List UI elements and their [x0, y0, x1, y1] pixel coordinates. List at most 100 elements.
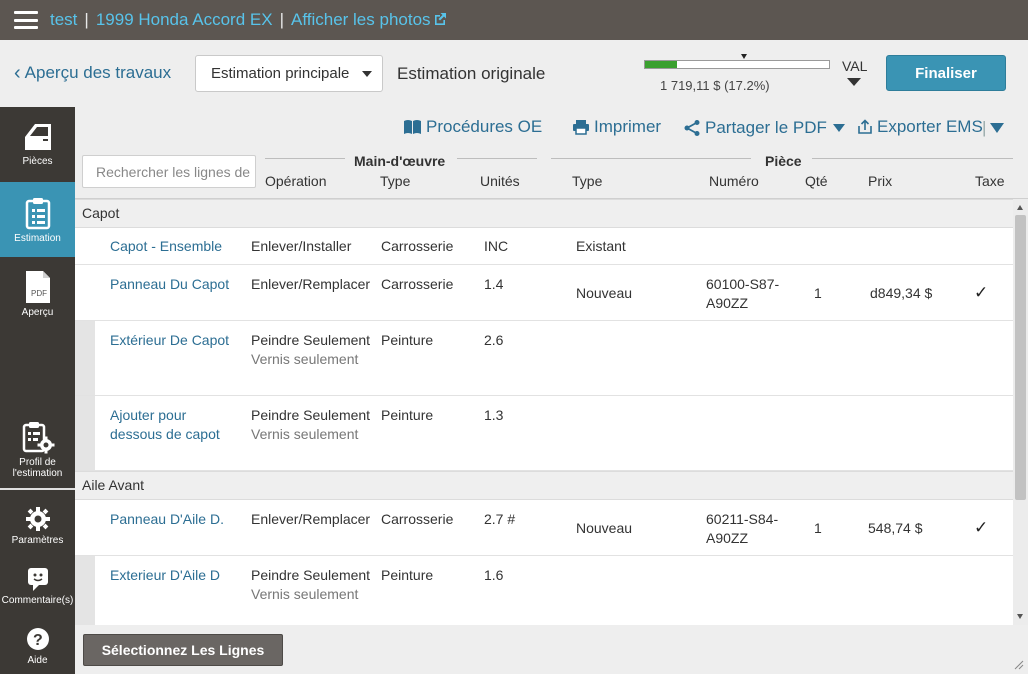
sidebar-item-label: Commentaire(s) [1, 595, 74, 606]
clipboard-gear-icon [22, 422, 54, 454]
col-units[interactable]: Unités [480, 173, 520, 189]
scroll-up-icon[interactable] [1017, 205, 1023, 210]
part-group-line [551, 158, 751, 159]
col-qty[interactable]: Qté [805, 173, 828, 189]
estimate-select[interactable]: Estimation principale [195, 55, 383, 92]
labor-group-line [457, 158, 537, 159]
line-name[interactable]: Panneau D'Aile D. [110, 510, 224, 529]
sidebar-item-estimate-profile[interactable]: Profil de l'estimation [0, 420, 75, 479]
select-lines-button[interactable]: Sélectionnez Les Lignes [83, 634, 283, 666]
tax-check-icon: ✓ [974, 283, 989, 302]
print-button[interactable]: Imprimer [572, 117, 661, 137]
chevron-left-icon: ‹ [14, 62, 21, 84]
line-price: 548,74 $ [868, 520, 923, 536]
share-pdf-label: Partager le PDF [705, 118, 827, 137]
col-labor-type[interactable]: Type [380, 173, 410, 189]
table-row[interactable]: Ajouter pour dessous de capot Peindre Se… [75, 396, 1013, 471]
col-tax[interactable]: Taxe [975, 173, 1005, 189]
share-pdf-button[interactable]: Partager le PDF [683, 118, 845, 138]
line-part-type: Nouveau [576, 285, 633, 301]
line-name[interactable]: Panneau Du Capot [110, 275, 229, 294]
gear-icon [25, 507, 50, 531]
line-operation: Peindre Seulement Vernis seulement [251, 566, 371, 604]
share-icon [684, 120, 700, 136]
line-operation: Peindre Seulement Vernis seulement [251, 331, 371, 369]
line-units: 1.3 [484, 407, 504, 423]
labor-group-line [265, 158, 345, 159]
sidebar-item-label: Estimation [14, 232, 61, 244]
hamburger-menu-icon[interactable] [14, 11, 38, 29]
scroll-thumb[interactable] [1015, 215, 1026, 500]
line-labor-type: Carrosserie [381, 238, 454, 254]
sidebar-item-preview[interactable]: PDF Aperçu [0, 270, 75, 318]
progress-text: 1 719,11 $ (17.2%) [660, 78, 770, 93]
progress-marker-icon [741, 54, 747, 59]
action-bar: Procédures OE Imprimer Partager le PDF E… [75, 117, 1028, 139]
line-name[interactable]: Ajouter pour dessous de capot [110, 406, 240, 444]
col-number[interactable]: Numéro [709, 173, 759, 189]
scroll-down-icon[interactable] [1017, 614, 1023, 619]
line-operation-text: Peindre Seulement [251, 407, 371, 423]
estimate-lines-table: Capot Capot - Ensemble Enlever/Installer… [75, 199, 1013, 625]
line-operation: Enlever/Installer [251, 238, 352, 254]
table-scrollbar[interactable] [1013, 199, 1028, 625]
export-icon [858, 119, 872, 134]
search-lines-input[interactable] [82, 155, 256, 188]
export-ems-button[interactable]: Exporter EMS [857, 117, 983, 137]
col-operation[interactable]: Opération [265, 173, 326, 189]
chevron-down-icon [832, 124, 845, 132]
clipboard-list-icon [25, 197, 50, 229]
section-header[interactable]: Aile Avant [75, 471, 1013, 500]
back-label: Aperçu des travaux [24, 63, 172, 82]
line-name[interactable]: Capot - Ensemble [110, 237, 222, 256]
printer-icon [573, 120, 589, 135]
sidebar-item-settings[interactable]: Paramètres [0, 506, 75, 546]
line-operation-text: Peindre Seulement [251, 567, 371, 583]
chevron-down-icon [362, 71, 372, 77]
print-label: Imprimer [594, 117, 662, 136]
action-separator: | [982, 118, 987, 137]
sidebar-item-parts[interactable]: Pièces [0, 121, 75, 167]
sidebar-item-estimate[interactable]: Estimation [0, 182, 75, 257]
line-name[interactable]: Extérieur De Capot [110, 331, 229, 350]
table-row[interactable]: Panneau D'Aile D. Enlever/Remplacer Carr… [75, 500, 1013, 556]
line-units: 1.4 [484, 276, 504, 292]
line-labor-type: Carrosserie [381, 511, 454, 527]
table-row[interactable]: Panneau Du Capot Enlever/Remplacer Carro… [75, 265, 1013, 321]
show-photos-label: Afficher les photos [290, 10, 431, 29]
sidebar-divider [0, 488, 75, 490]
val-dropdown-icon[interactable] [847, 78, 861, 86]
tax-check-icon: ✓ [974, 518, 989, 537]
export-ems-label: Exporter EMS [877, 117, 983, 136]
topbar-vehicle[interactable]: 1999 Honda Accord EX [96, 10, 273, 30]
line-price: d849,34 $ [870, 285, 933, 301]
pdf-icon: PDF [25, 271, 50, 303]
show-photos-link[interactable]: Afficher les photos [291, 10, 447, 30]
line-qty: 1 [814, 285, 822, 301]
table-row[interactable]: Extérieur De Capot Peindre Seulement Vern… [75, 321, 1013, 396]
sidebar-item-comments[interactable]: Commentaire(s) [0, 566, 75, 606]
svg-text:?: ? [33, 632, 43, 649]
top-bar: test | 1999 Honda Accord EX | Afficher l… [0, 0, 1028, 40]
col-price[interactable]: Prix [868, 173, 892, 189]
export-dropdown-icon[interactable] [990, 123, 1004, 133]
sidebar-item-help[interactable]: ? Aide [0, 626, 75, 666]
finalize-button[interactable]: Finaliser [886, 55, 1006, 91]
line-operation: Peindre Seulement Vernis seulement [251, 406, 371, 444]
line-name[interactable]: Exterieur D'Aile D [110, 566, 220, 585]
original-estimate-label: Estimation originale [397, 64, 546, 83]
line-labor-type: Peinture [381, 567, 434, 583]
resize-grip-icon[interactable] [1014, 660, 1024, 670]
back-to-overview-link[interactable]: ‹ Aperçu des travaux [14, 63, 171, 83]
book-icon [404, 120, 421, 134]
table-row[interactable]: Exterieur D'Aile D Peindre Seulement Vern… [75, 556, 1013, 625]
table-row[interactable]: Capot - Ensemble Enlever/Installer Carro… [75, 228, 1013, 265]
sidebar-item-label: Paramètres [11, 535, 64, 546]
topbar-user[interactable]: test [50, 10, 77, 30]
line-labor-type: Carrosserie [381, 276, 454, 292]
part-group-header: Pièce [765, 153, 802, 169]
topbar-separator: | [279, 10, 284, 29]
col-part-type[interactable]: Type [572, 173, 602, 189]
oe-procedures-button[interactable]: Procédures OE [403, 117, 542, 137]
section-header[interactable]: Capot [75, 199, 1013, 228]
